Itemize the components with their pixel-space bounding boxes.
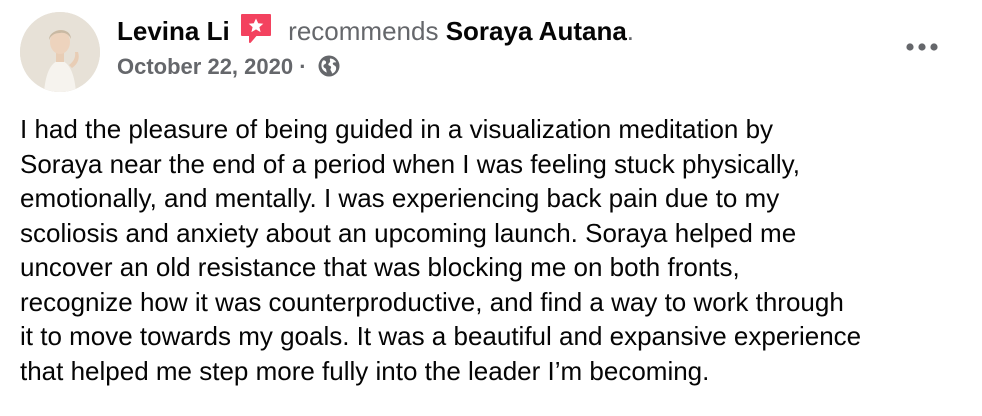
- post-date[interactable]: October 22, 2020: [117, 54, 293, 79]
- recommends-verb: recommends: [288, 16, 439, 46]
- author-name[interactable]: Levina Li: [117, 16, 230, 46]
- post-body-line: scoliosis and anxiety about an upcoming …: [20, 217, 797, 248]
- post-body-line: that helped me step more fully into the …: [20, 355, 710, 386]
- recommended-page-name[interactable]: Soraya Autana: [446, 16, 627, 46]
- more-options-button[interactable]: [898, 30, 946, 66]
- post-body-line: emotionally, and mentally. I was experie…: [20, 183, 780, 213]
- meta-separator: ·: [299, 54, 307, 79]
- avatar[interactable]: [20, 12, 100, 92]
- post-body-line: Soraya near the end of a period when I w…: [20, 148, 800, 179]
- post-meta: October 22, 2020 ·: [117, 52, 341, 86]
- post-body-line: recognize how it was counterproductive, …: [20, 286, 844, 317]
- post-body-line: uncover an old resistance that was block…: [20, 252, 740, 282]
- avatar-photo: [20, 12, 100, 92]
- post-body-line: it to move towards my goals. It was a be…: [20, 321, 862, 351]
- more-dots-icon: [904, 39, 940, 57]
- recommend-badge-icon: [239, 12, 273, 53]
- header-period: .: [626, 16, 635, 46]
- post-body: I had the pleasure of being guided in a …: [20, 112, 970, 388]
- post-header: Levina Li recommends Soraya Autana.: [117, 12, 634, 53]
- post-body-line: I had the pleasure of being guided in a …: [20, 114, 774, 144]
- globe-icon[interactable]: [317, 54, 341, 86]
